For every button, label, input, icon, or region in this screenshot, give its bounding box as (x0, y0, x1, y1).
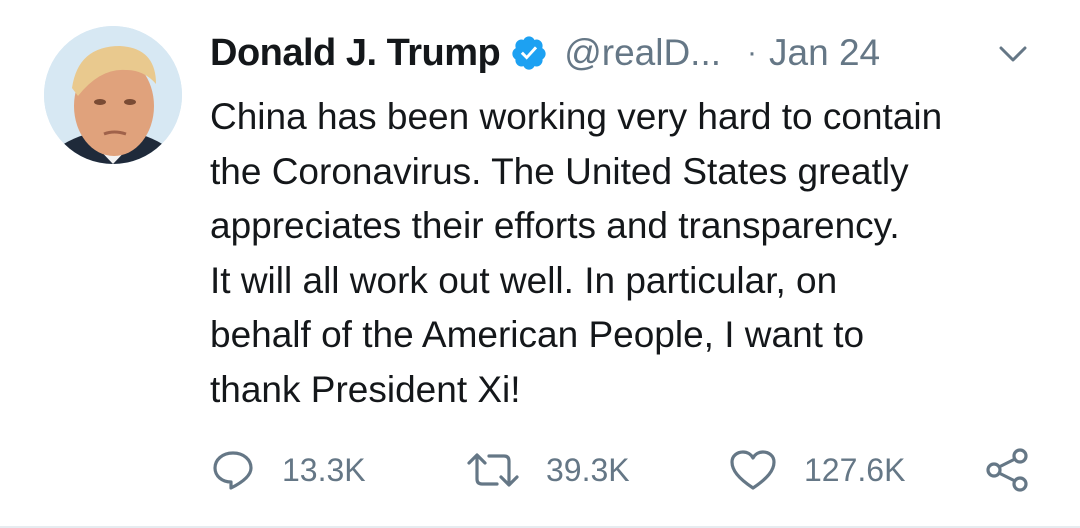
share-button[interactable] (984, 440, 1030, 500)
avatar-image (44, 26, 182, 164)
heart-icon (728, 447, 778, 493)
tweet-text-line: the Coronavirus. The United States great… (210, 150, 909, 192)
tweet-text-line: appreciates their efforts and transparen… (210, 205, 900, 246)
tweet-text: China has been working very hard to cont… (210, 90, 1050, 417)
retweet-icon (466, 447, 520, 493)
verified-badge-icon (510, 34, 548, 72)
tweet-card: Donald J. Trump @realD... · Jan 24 China… (0, 0, 1080, 528)
reply-count: 13.3K (282, 451, 366, 488)
header-separator: · (747, 36, 758, 69)
reply-icon (210, 447, 256, 493)
share-icon (984, 447, 1030, 493)
author-name[interactable]: Donald J. Trump (210, 32, 501, 75)
like-button[interactable]: 127.6K (728, 440, 905, 500)
retweet-count: 39.3K (546, 451, 630, 488)
tweet-text-line: behalf of the American People, I want to (210, 314, 865, 355)
retweet-button[interactable]: 39.3K (466, 440, 630, 500)
tweet-text-line: It will all work out well. In particular… (210, 259, 838, 301)
like-count: 127.6K (804, 451, 906, 488)
tweet-actions: 13.3K 39.3K 127.6K (0, 440, 1080, 500)
tweet-text-line: thank President Xi! (210, 368, 521, 410)
author-handle[interactable]: @realD... (564, 32, 721, 74)
reply-button[interactable]: 13.3K (210, 440, 366, 500)
avatar[interactable] (44, 26, 182, 164)
chevron-down-icon[interactable] (998, 44, 1028, 64)
tweet-date[interactable]: Jan 24 (769, 32, 880, 74)
tweet-header: Donald J. Trump @realD... · Jan 24 (210, 28, 880, 78)
tweet-text-line: China has been working very hard to cont… (210, 96, 943, 137)
